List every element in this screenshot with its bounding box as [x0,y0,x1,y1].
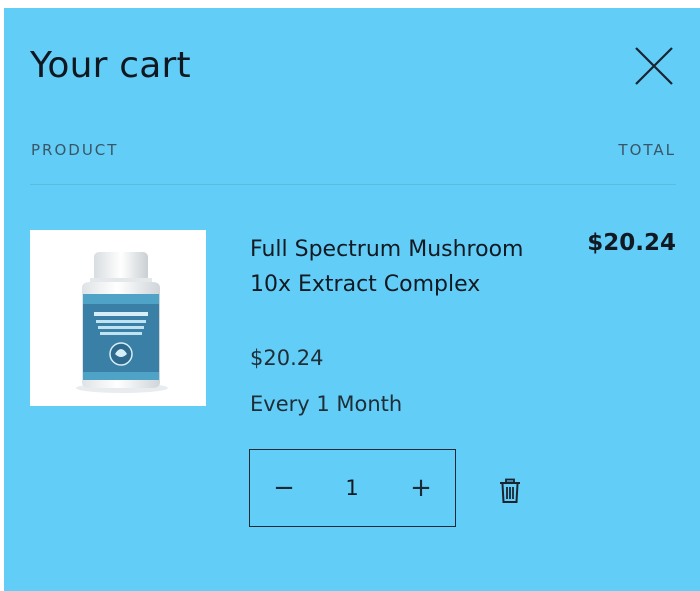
cart-title: Your cart [30,45,191,86]
quantity-stepper: − 1 + [249,449,456,527]
subscription-frequency: Every 1 Month [250,392,403,416]
header-divider [30,184,676,185]
close-icon [635,47,673,85]
plus-icon: + [410,472,432,503]
product-column-header: PRODUCT [31,141,119,159]
supplement-bottle-image [76,252,168,393]
cart-drawer: Your cart PRODUCT TOTAL Full Spectrum Mu… [4,8,700,591]
minus-icon: − [273,472,295,503]
quantity-input[interactable]: 1 [314,450,390,525]
unit-price: $20.24 [250,346,324,370]
product-name-link[interactable]: Full Spectrum Mushroom 10x Extract Compl… [250,232,540,302]
trash-icon [500,478,520,503]
remove-item-button[interactable] [498,478,522,504]
line-total: $20.24 [587,230,676,256]
decrease-quantity-button[interactable]: − [254,450,314,525]
product-image[interactable] [30,230,206,406]
increase-quantity-button[interactable]: + [391,450,451,525]
close-button[interactable] [630,42,678,90]
total-column-header: TOTAL [618,141,676,159]
